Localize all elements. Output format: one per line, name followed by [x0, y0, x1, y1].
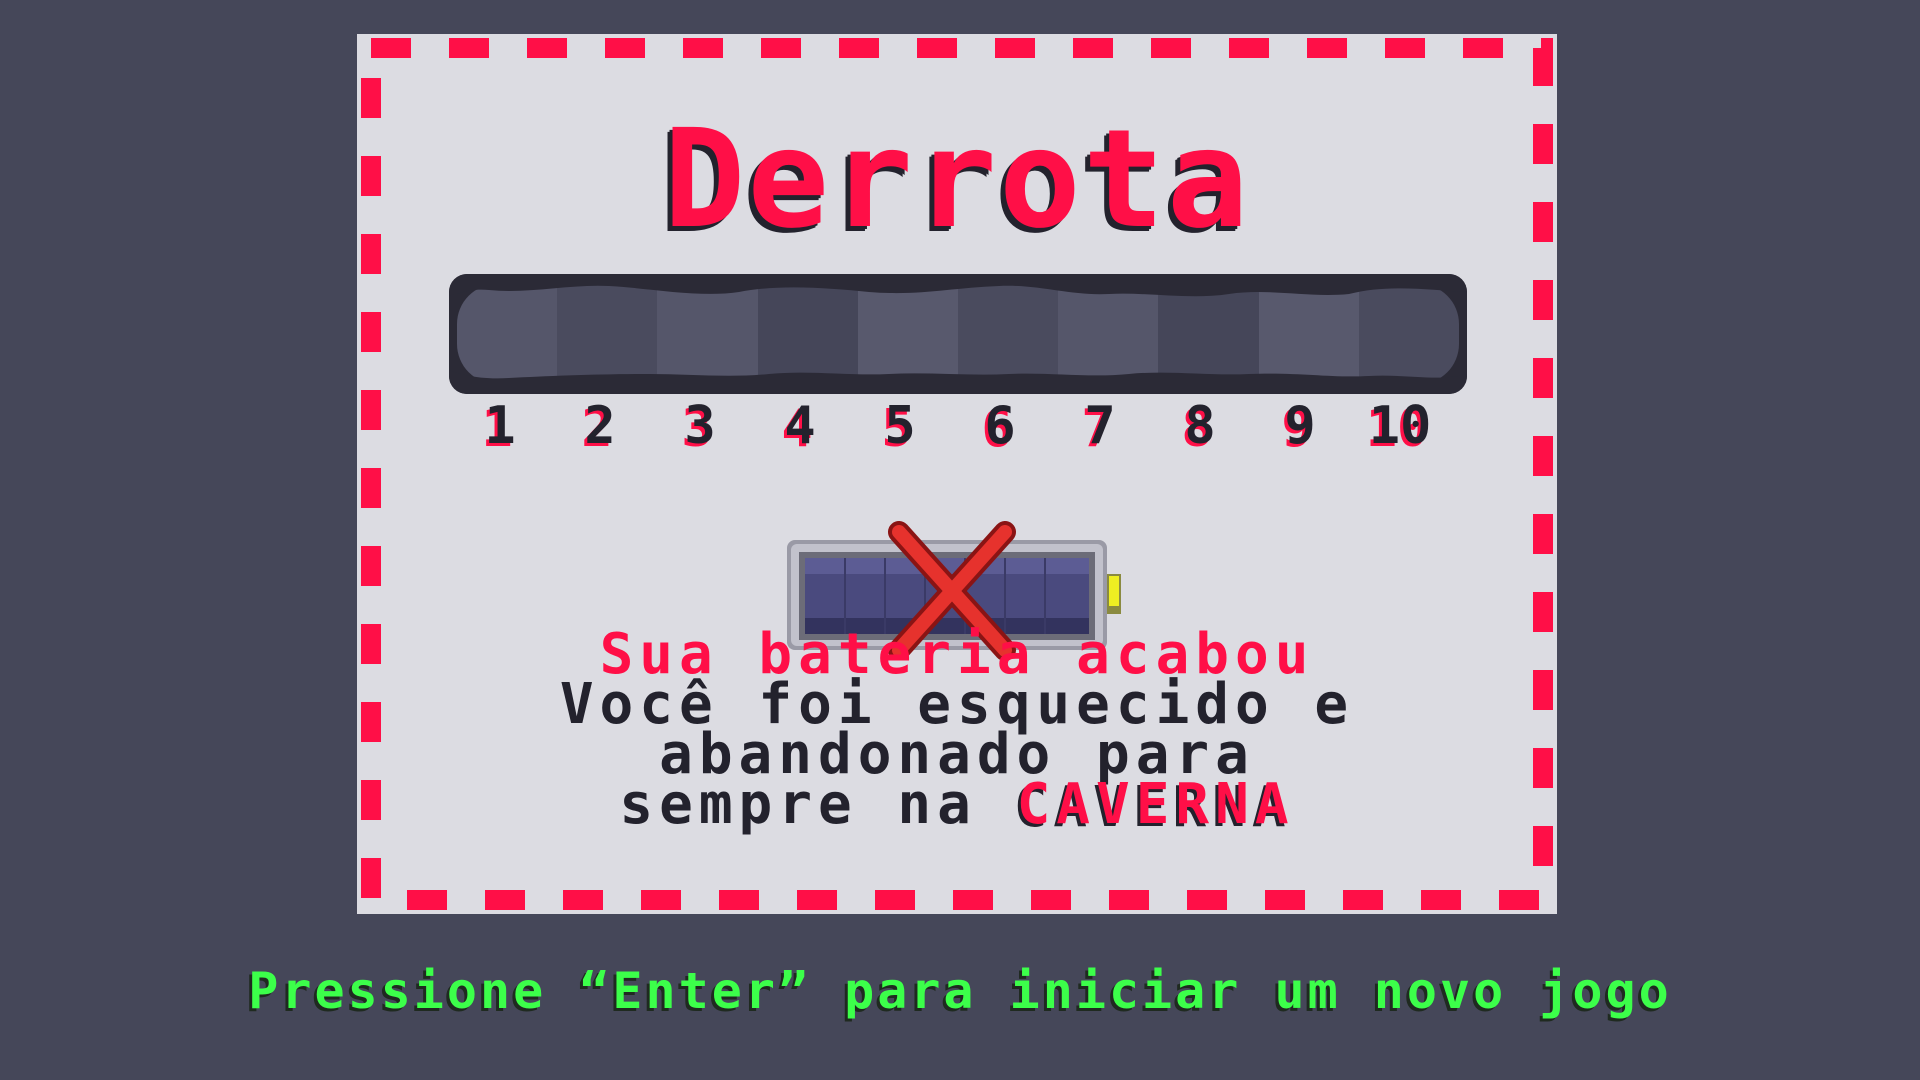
level-number: 4: [784, 396, 816, 456]
message-line-3-prefix: sempre na: [619, 772, 1017, 837]
cave-walls: [449, 274, 1467, 394]
level-number: 6: [984, 396, 1016, 456]
level-number: 2: [584, 396, 616, 456]
defeat-message: Sua bateria acabou Você foi esquecido e …: [357, 627, 1557, 833]
restart-prompt: Pressione “Enter” para iniciar um novo j…: [248, 962, 1672, 1020]
cave-level-track: [449, 274, 1467, 394]
level-number: 10: [1368, 396, 1432, 456]
level-number: 8: [1184, 396, 1216, 456]
level-number: 7: [1084, 396, 1116, 456]
level-number: 1: [484, 396, 516, 456]
defeat-panel: Derrota 1 2 3 4 5 6 7 8 9 10 Sua bateria…: [357, 34, 1557, 914]
level-number: 5: [884, 396, 916, 456]
level-number: 9: [1284, 396, 1316, 456]
defeat-title: Derrota: [663, 101, 1251, 259]
cave-highlight-word: CAVERNA: [1016, 772, 1295, 837]
level-number: 3: [684, 396, 716, 456]
level-number-row: 1 2 3 4 5 6 7 8 9 10: [449, 400, 1467, 460]
message-line-3: sempre na CAVERNA: [357, 777, 1557, 833]
